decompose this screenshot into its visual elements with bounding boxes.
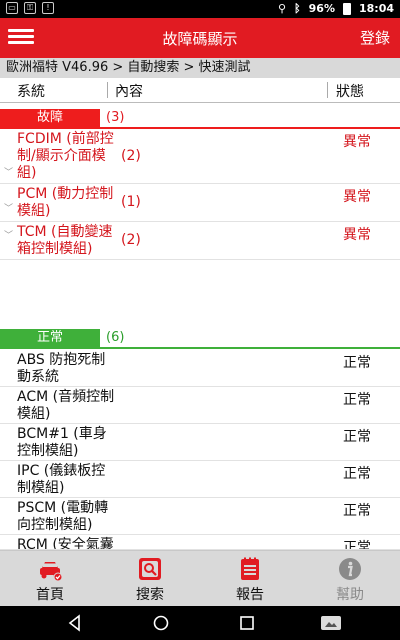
- column-content: 內容: [115, 84, 143, 100]
- chevron-down-icon: ﹀: [4, 204, 14, 214]
- bluetooth-icon: ᛒ: [294, 2, 301, 15]
- normal-section-count: (6): [106, 330, 125, 345]
- fault-system-name: PCM (動力控制模組): [17, 186, 114, 219]
- recents-icon[interactable]: [238, 614, 256, 632]
- location-icon: ⚲: [277, 2, 287, 15]
- tab-search[interactable]: 搜索: [100, 551, 200, 607]
- tab-help[interactable]: 幫助: [300, 551, 400, 607]
- chevron-down-icon: ﹀: [4, 231, 14, 241]
- system-nav-bar: [0, 606, 400, 640]
- tab-help-label: 幫助: [336, 587, 364, 603]
- normal-system-name: RCM (安全氣囊: [17, 537, 114, 550]
- normal-row[interactable]: BCM#1 (車身控制模組) 正常: [0, 424, 400, 461]
- normal-status: 正常: [343, 392, 371, 408]
- column-divider: [327, 82, 328, 98]
- home-icon[interactable]: [152, 614, 170, 632]
- normal-status: 正常: [343, 540, 371, 550]
- normal-row[interactable]: IPC (儀錶板控制模組) 正常: [0, 461, 400, 498]
- fault-code-count: (1): [121, 194, 141, 210]
- normal-row[interactable]: ABS 防抱死制動系統 正常: [0, 350, 400, 387]
- info-icon: [339, 558, 361, 580]
- fault-status: 異常: [343, 227, 371, 243]
- tab-report[interactable]: 報告: [200, 551, 300, 607]
- fault-code-count: (2): [121, 232, 141, 248]
- battery-icon: [342, 2, 351, 15]
- fault-row[interactable]: ﹀ FCDIM (前部控制/顯示介面模組) (2) 異常: [0, 129, 400, 184]
- normal-system-name: IPC (儀錶板控制模組): [17, 463, 106, 496]
- tab-home[interactable]: 首頁: [0, 551, 100, 607]
- column-header: 系統 內容 狀態: [0, 78, 400, 103]
- vpn-icon: ⚿: [24, 2, 36, 14]
- fault-section-label: 故障: [0, 109, 100, 127]
- chevron-down-icon: ﹀: [4, 168, 14, 178]
- alert-icon: !: [42, 2, 54, 14]
- normal-system-name: ABS 防抱死制動系統: [17, 352, 106, 385]
- car-diagnostic-icon: [40, 562, 63, 582]
- tab-home-label: 首頁: [36, 587, 64, 603]
- column-divider: [107, 82, 108, 98]
- normal-status: 正常: [343, 355, 371, 371]
- normal-system-name: ACM (音頻控制模組): [17, 389, 115, 422]
- back-icon[interactable]: [66, 614, 84, 632]
- normal-section-rule: [0, 347, 400, 349]
- fault-row[interactable]: ﹀ PCM (動力控制模組) (1) 異常: [0, 184, 400, 222]
- column-system: 系統: [17, 84, 45, 100]
- app-bar: 故障碼顯示 登錄: [0, 18, 400, 58]
- login-button[interactable]: 登錄: [360, 27, 390, 48]
- normal-status: 正常: [343, 466, 371, 482]
- fault-code-count: (2): [121, 148, 141, 164]
- page-title: 故障碼顯示: [162, 30, 238, 48]
- fault-section-header: 故障 (3): [0, 109, 400, 129]
- fault-status: 異常: [343, 189, 371, 205]
- normal-status: 正常: [343, 429, 371, 445]
- tab-report-label: 報告: [236, 587, 264, 603]
- battery-percent: 96%: [308, 2, 335, 15]
- fault-status: 異常: [343, 134, 371, 150]
- search-icon: [139, 558, 161, 580]
- tab-search-label: 搜索: [136, 587, 164, 603]
- fault-system-name: FCDIM (前部控制/顯示介面模組): [17, 131, 114, 181]
- screenshot-icon[interactable]: [320, 614, 342, 632]
- normal-section-header: 正常 (6): [0, 329, 400, 349]
- normal-section-label: 正常: [0, 329, 100, 347]
- normal-system-name: PSCM (電動轉向控制模組): [17, 500, 109, 533]
- normal-row[interactable]: RCM (安全氣囊 正常: [0, 535, 400, 550]
- fault-row[interactable]: ﹀ TCM (自動變速箱控制模組) (2) 異常: [0, 222, 400, 260]
- column-status: 狀態: [336, 84, 364, 100]
- status-bar: ▭ ⚿ ! ⚲ ᛒ 96% 18:04: [0, 0, 400, 18]
- ocr-icon: ▭: [6, 2, 18, 14]
- normal-system-name: BCM#1 (車身控制模組): [17, 426, 107, 459]
- fault-system-name: TCM (自動變速箱控制模組): [17, 224, 113, 257]
- normal-row[interactable]: ACM (音頻控制模組) 正常: [0, 387, 400, 424]
- bottom-tab-bar: 首頁 搜索 報告 幫助: [0, 550, 400, 606]
- clock: 18:04: [358, 2, 394, 15]
- breadcrumb: 歐洲福特 V46.96 > 自動搜索 > 快速測試: [0, 58, 400, 78]
- normal-row[interactable]: PSCM (電動轉向控制模組) 正常: [0, 498, 400, 535]
- normal-status: 正常: [343, 503, 371, 519]
- fault-section-count: (3): [106, 110, 125, 125]
- report-icon: [241, 557, 259, 580]
